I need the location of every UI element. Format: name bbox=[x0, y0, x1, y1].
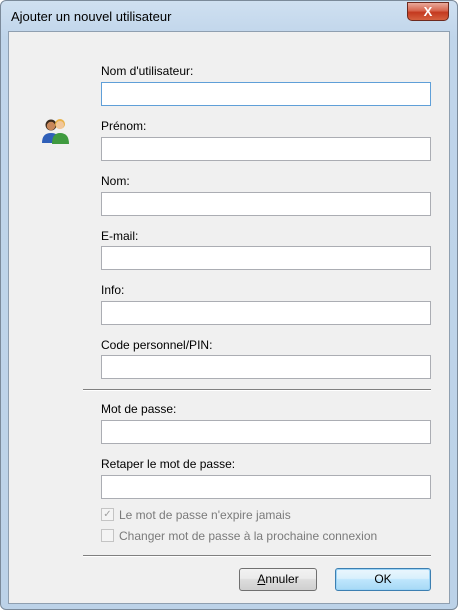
info-label: Info: bbox=[101, 283, 125, 297]
username-label: Nom d'utilisateur: bbox=[101, 64, 194, 78]
email-field[interactable] bbox=[101, 246, 431, 270]
password-field[interactable] bbox=[101, 420, 431, 444]
password-confirm-field[interactable] bbox=[101, 475, 431, 499]
firstname-field[interactable] bbox=[101, 137, 431, 161]
lastname-field[interactable] bbox=[101, 192, 431, 216]
email-label: E-mail: bbox=[101, 229, 139, 243]
never-expires-checkbox[interactable]: ✓ bbox=[101, 508, 114, 521]
dialog-title: Ajouter un nouvel utilisateur bbox=[11, 9, 172, 24]
pin-label: Code personnel/PIN: bbox=[101, 338, 213, 352]
close-button[interactable]: X bbox=[407, 2, 449, 21]
cancel-button[interactable]: Annuler bbox=[239, 568, 317, 591]
never-expires-label: Le mot de passe n'expire jamais bbox=[119, 508, 291, 522]
password-label: Mot de passe: bbox=[101, 402, 177, 416]
pin-field[interactable] bbox=[101, 355, 431, 379]
title-bar[interactable]: Ajouter un nouvel utilisateur X bbox=[1, 1, 457, 31]
users-icon bbox=[42, 119, 69, 144]
separator-bottom bbox=[83, 555, 431, 557]
lastname-label: Nom: bbox=[101, 174, 130, 188]
change-password-label: Changer mot de passe à la prochaine conn… bbox=[119, 529, 378, 543]
change-password-checkbox[interactable] bbox=[101, 529, 114, 542]
dialog-window: Ajouter un nouvel utilisateur X Nom d'ut… bbox=[0, 0, 458, 610]
dialog-body: Nom d'utilisateur: Prénom: Nom: E-mail: … bbox=[8, 31, 450, 604]
ok-button[interactable]: OK bbox=[335, 568, 431, 591]
username-field[interactable] bbox=[101, 82, 431, 106]
info-field[interactable] bbox=[101, 301, 431, 325]
close-icon: X bbox=[423, 4, 433, 19]
password-confirm-label: Retaper le mot de passe: bbox=[101, 457, 236, 471]
separator bbox=[83, 389, 431, 391]
firstname-label: Prénom: bbox=[101, 119, 147, 133]
